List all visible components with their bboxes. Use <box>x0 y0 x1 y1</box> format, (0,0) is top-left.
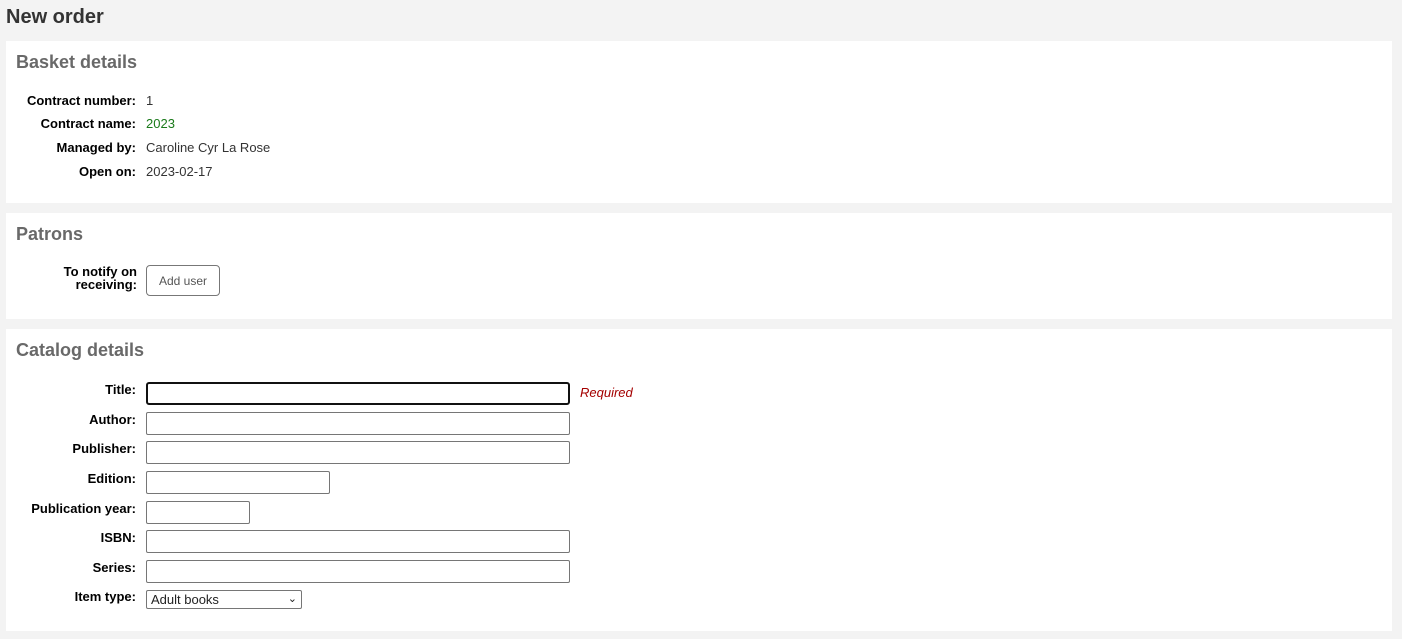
page-title: New order <box>6 6 104 28</box>
publisher-label: Publisher: <box>72 441 136 456</box>
open-on-value: 2023-02-17 <box>146 164 213 179</box>
contract-name-link[interactable]: 2023 <box>146 116 175 132</box>
contract-number-value: 1 <box>146 93 154 108</box>
open-on-row: Open on: 2023-02-17 <box>6 164 1392 188</box>
contract-name-label: Contract name: <box>40 116 136 131</box>
edition-label: Edition: <box>87 471 136 486</box>
series-label: Series: <box>92 560 136 575</box>
notify-label-line2: receiving: <box>75 277 137 292</box>
item-type-select[interactable]: Adult books ⌄ <box>146 590 302 609</box>
contract-name-row: Contract name: 2023 <box>6 116 1392 140</box>
managed-by-label: Managed by: <box>56 140 136 155</box>
catalog-details-panel: Catalog details Title: Required Author: … <box>6 329 1392 631</box>
publisher-input[interactable] <box>146 441 570 464</box>
notify-label: To notify on receiving: <box>6 265 137 291</box>
item-type-label: Item type: <box>74 589 136 604</box>
contract-number-label: Contract number: <box>26 93 136 108</box>
isbn-input[interactable] <box>146 530 570 553</box>
isbn-label: ISBN: <box>100 530 136 545</box>
title-label: Title: <box>105 382 136 397</box>
managed-by-value: Caroline Cyr La Rose <box>146 140 271 155</box>
patrons-panel: Patrons To notify on receiving: Add user <box>6 213 1392 319</box>
add-user-button[interactable]: Add user <box>146 265 220 296</box>
catalog-details-heading: Catalog details <box>16 340 145 360</box>
contract-number-row: Contract number: 1 <box>6 93 1392 117</box>
chevron-down-icon: ⌄ <box>287 593 297 605</box>
title-input[interactable] <box>146 382 570 405</box>
patrons-heading: Patrons <box>16 224 84 244</box>
open-on-label: Open on: <box>78 164 136 179</box>
basket-details-heading: Basket details <box>16 52 138 72</box>
publication-year-input[interactable] <box>146 501 250 524</box>
author-input[interactable] <box>146 412 570 435</box>
title-required-note: Required <box>580 385 633 400</box>
managed-by-row: Managed by: Caroline Cyr La Rose <box>6 140 1392 164</box>
item-type-selected-value: Adult books <box>151 592 219 607</box>
basket-details-panel: Basket details Contract number: 1 Contra… <box>6 41 1392 203</box>
series-input[interactable] <box>146 560 570 583</box>
edition-input[interactable] <box>146 471 330 494</box>
author-label: Author: <box>89 412 136 427</box>
publication-year-label: Publication year: <box>31 501 136 516</box>
